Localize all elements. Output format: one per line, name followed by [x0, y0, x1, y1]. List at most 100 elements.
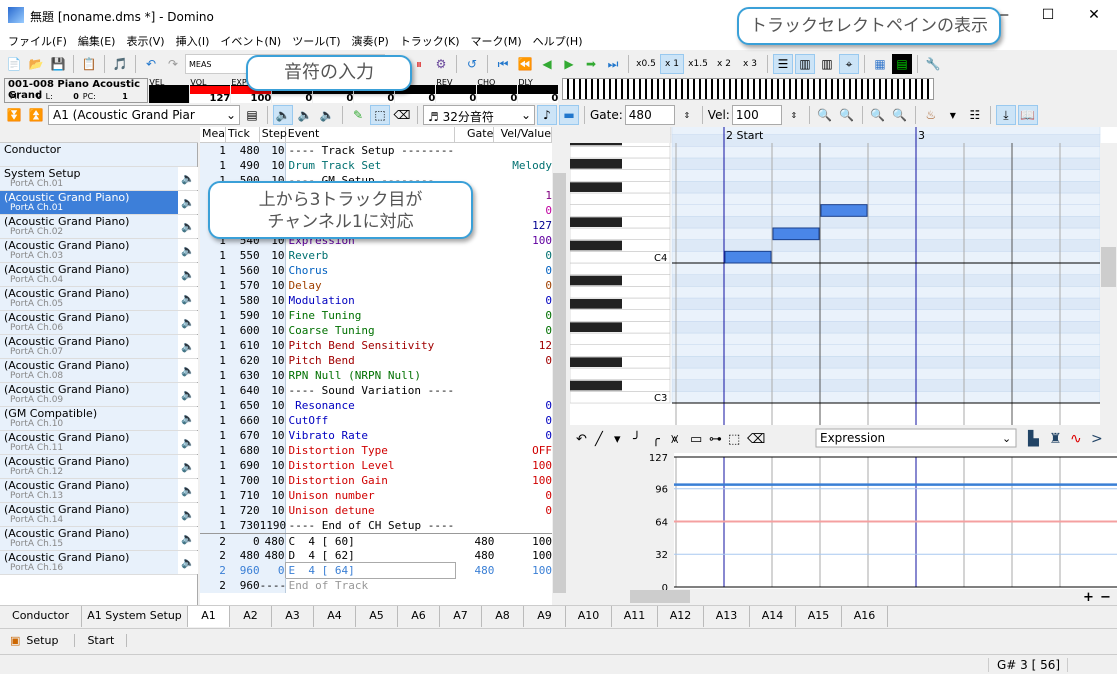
track-row[interactable]: Conductor: [0, 143, 197, 167]
track-up-icon[interactable]: ⏫: [26, 105, 46, 125]
event-row[interactable]: 1 720 10 Unison detune 0: [200, 503, 552, 518]
eraser-icon[interactable]: ⌫: [392, 105, 412, 125]
event-row[interactable]: 148010---- Track Setup -----------------…: [200, 143, 552, 158]
track-down-icon[interactable]: ⏬: [4, 105, 24, 125]
pause-record-icon[interactable]: ⏸: [409, 54, 429, 74]
snap-icon[interactable]: ⤓: [995, 105, 1016, 125]
start-button[interactable]: Start: [81, 634, 128, 647]
speaker-icon[interactable]: 🔈: [178, 359, 198, 382]
all-icon[interactable]: 🔈: [317, 105, 337, 125]
meter-icon[interactable]: ▤: [892, 54, 912, 74]
properties-icon[interactable]: 📋: [79, 54, 99, 74]
zoom-in-v-icon[interactable]: 🔍: [868, 105, 888, 125]
open-folder-icon[interactable]: 📂: [26, 54, 46, 74]
close-button[interactable]: ✕: [1071, 0, 1117, 30]
event-row[interactable]: 1 580 10 Modulation 0: [200, 293, 552, 308]
speaker-icon[interactable]: 🔈: [178, 407, 198, 430]
tab[interactable]: A11: [612, 606, 658, 627]
wrench-icon[interactable]: 🔧: [923, 54, 943, 74]
gear-icon[interactable]: ⚙: [431, 54, 451, 74]
speed-button[interactable]: x 3: [738, 54, 762, 74]
speaker-icon[interactable]: 🔈: [178, 191, 198, 214]
save-icon[interactable]: 💾: [48, 54, 68, 74]
column-header[interactable]: Mea: [200, 127, 226, 142]
zoom-in-h-icon[interactable]: 🔍: [815, 105, 835, 125]
track-row[interactable]: (Acoustic Grand Piano) PortA Ch.16 🔈: [0, 551, 198, 575]
speed-button[interactable]: x 1: [660, 54, 684, 74]
speaker-icon[interactable]: 🔈: [178, 311, 198, 334]
piano-roll2-icon[interactable]: ▥: [817, 54, 837, 74]
event-row[interactable]: 1 550 10 Reverb 0: [200, 248, 552, 263]
track-row[interactable]: (Acoustic Grand Piano) PortA Ch.12 🔈: [0, 455, 198, 479]
column-header[interactable]: Step: [260, 127, 287, 142]
event-row[interactable]: 2 960 ---- End of Track: [200, 578, 552, 593]
track-row[interactable]: (Acoustic Grand Piano) PortA Ch.11 🔈: [0, 431, 198, 455]
tab[interactable]: A2: [230, 606, 272, 627]
tab[interactable]: A4: [314, 606, 356, 627]
event-row[interactable]: 1 690 10 Distortion Level 100: [200, 458, 552, 473]
play-icon[interactable]: ▶: [559, 54, 579, 74]
track-list-icon[interactable]: ▤: [242, 105, 262, 125]
layers-icon[interactable]: ☷: [965, 105, 985, 125]
menu-item[interactable]: マーク(M): [467, 30, 529, 50]
vel-spinner[interactable]: ⇕: [784, 105, 804, 125]
tab[interactable]: A6: [398, 606, 440, 627]
event-row[interactable]: 1 570 10 Delay 0: [200, 278, 552, 293]
loop-icon[interactable]: ↺: [462, 54, 482, 74]
scroll-thumb[interactable]: [553, 173, 566, 593]
dropdown-arrow-icon[interactable]: ▼: [943, 105, 963, 125]
speaker-icon[interactable]: 🔈: [178, 335, 198, 358]
event-list-scrollbar[interactable]: [552, 143, 567, 605]
tab[interactable]: A8: [482, 606, 524, 627]
track-row[interactable]: (GM Compatible) PortA Ch.10 🔈: [0, 407, 198, 431]
speaker-icon[interactable]: 🔈: [178, 455, 198, 478]
event-row[interactable]: 1 660 10 CutOff 0: [200, 413, 552, 428]
speaker-icon[interactable]: 🔈: [273, 105, 293, 125]
vel-input[interactable]: 100: [731, 105, 782, 125]
speaker-icon[interactable]: 🔈: [178, 479, 198, 502]
track-row[interactable]: (Acoustic Grand Piano) PortA Ch.02 🔈: [0, 215, 198, 239]
event-row[interactable]: 1 490 10 Drum Track Set Melody: [200, 158, 552, 173]
control-pane[interactable]: ↶ ╱ ▾ ╯ ╭ ⩙ ▭ ⊶ ⬚ ⌫ Expression ⌄ ▙ ♜ ∿ >1279664320+ −: [570, 427, 1117, 605]
speed-button[interactable]: x0.5: [634, 54, 658, 74]
triplet-icon[interactable]: ♪: [537, 105, 557, 125]
event-row[interactable]: 2 0 480 C 4 [ 60] 480 100: [200, 533, 552, 548]
menu-item[interactable]: ツール(T): [288, 30, 347, 50]
speed-button[interactable]: x1.5: [686, 54, 710, 74]
event-list-icon[interactable]: ☰: [773, 54, 793, 74]
event-row[interactable]: 2 480 480 D 4 [ 62] 480 100: [200, 548, 552, 563]
track-row[interactable]: (Acoustic Grand Piano) PortA Ch.13 🔈: [0, 479, 198, 503]
menu-item[interactable]: ヘルプ(H): [529, 30, 590, 50]
track-row[interactable]: (Acoustic Grand Piano) PortA Ch.04 🔈: [0, 263, 198, 287]
piano-roll1-icon[interactable]: ▥: [795, 54, 815, 74]
piano-roll[interactable]: 2 Start 3 C4 C3: [570, 127, 1117, 425]
event-row[interactable]: 2 960 0 E 4 [ 64] 480 100: [200, 562, 552, 579]
event-row[interactable]: 1 600 10 Coarse Tuning 0: [200, 323, 552, 338]
event-row[interactable]: 1 610 10 Pitch Bend Sensitivity 12: [200, 338, 552, 353]
tab[interactable]: A14: [750, 606, 796, 627]
tab[interactable]: A12: [658, 606, 704, 627]
track-row[interactable]: (Acoustic Grand Piano) PortA Ch.03 🔈: [0, 239, 198, 263]
event-row[interactable]: 1 680 10 Distortion Type OFF: [200, 443, 552, 458]
menu-item[interactable]: ファイル(F): [4, 30, 74, 50]
track-select-pane-icon[interactable]: ⌖: [839, 54, 859, 74]
speed-button[interactable]: x 2: [712, 54, 736, 74]
event-row[interactable]: 1 590 10 Fine Tuning 0: [200, 308, 552, 323]
event-row[interactable]: 1 560 10 Chorus 0: [200, 263, 552, 278]
speaker-icon[interactable]: 🔈: [178, 527, 198, 550]
track-row[interactable]: (Acoustic Grand Piano) PortA Ch.07 🔈: [0, 335, 198, 359]
speaker-icon[interactable]: 🔈: [178, 167, 198, 190]
track-row[interactable]: (Acoustic Grand Piano) PortA Ch.15 🔈: [0, 527, 198, 551]
skip-start-icon[interactable]: ⏮: [493, 54, 513, 74]
redo-icon[interactable]: ↷: [163, 54, 183, 74]
event-row[interactable]: 1 650 10 Resonance 0: [200, 398, 552, 413]
pencil-icon[interactable]: ✎: [348, 105, 368, 125]
tab[interactable]: A15: [796, 606, 842, 627]
dotted-icon[interactable]: ▬: [559, 105, 579, 125]
tab[interactable]: A9: [524, 606, 566, 627]
speaker-icon[interactable]: 🔈: [178, 551, 198, 574]
menu-item[interactable]: 表示(V): [122, 30, 171, 50]
tab[interactable]: A13: [704, 606, 750, 627]
note-length-dropdown[interactable]: ♬ 32分音符 ⌄: [423, 105, 535, 125]
menu-item[interactable]: 挿入(I): [172, 30, 217, 50]
